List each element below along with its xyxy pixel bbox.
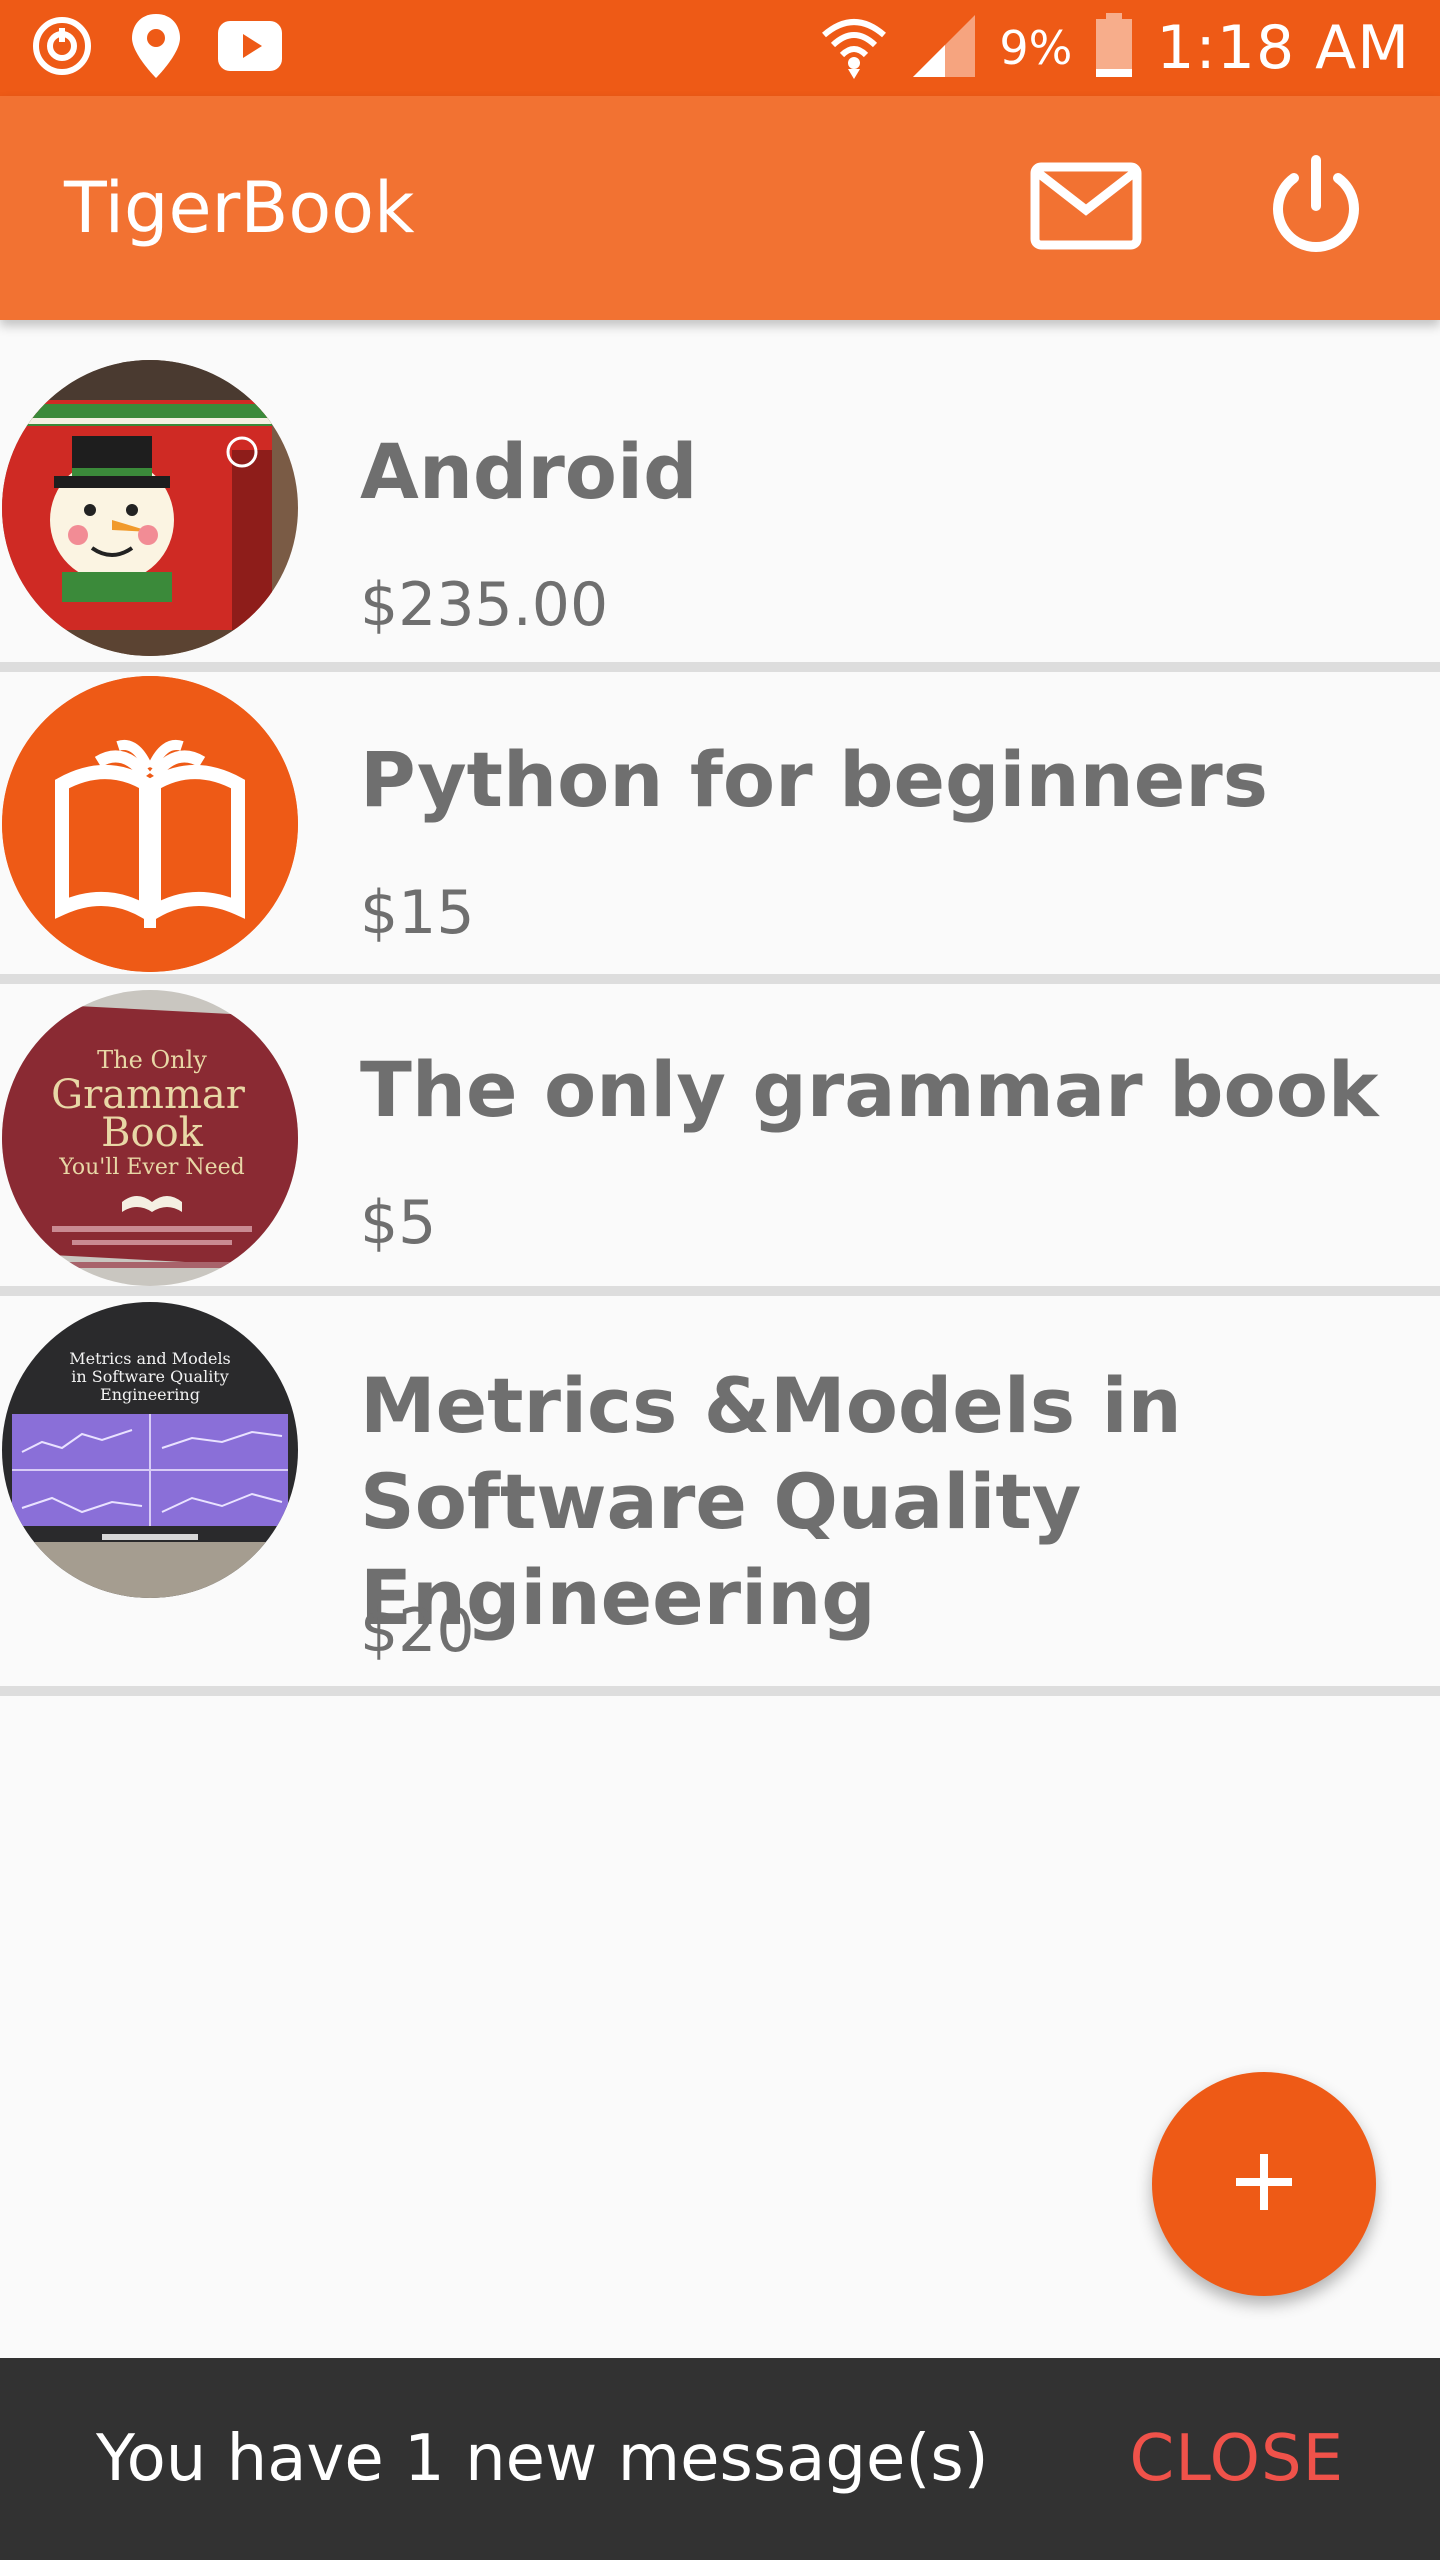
status-right-icons: 9% 1:18 AM: [819, 11, 1410, 85]
grammar-cover-line4: You'll Ever Need: [58, 1155, 245, 1180]
battery-percent: 9%: [999, 21, 1073, 75]
list-item[interactable]: Python for beginners $15: [0, 672, 1440, 984]
signal-icon: [911, 13, 977, 83]
snackbar-message: You have 1 new message(s): [96, 2422, 989, 2496]
youtube-icon: [218, 21, 282, 75]
grammar-cover-line1: The Only: [97, 1046, 207, 1074]
list-item[interactable]: Metrics and Models in Software Quality E…: [0, 1296, 1440, 1696]
list-item[interactable]: The Only Grammar Book You'll Ever Need T…: [0, 984, 1440, 1296]
plus-icon: [1232, 2150, 1296, 2218]
add-book-button[interactable]: [1152, 2072, 1376, 2296]
book-price: $15: [360, 878, 475, 948]
grammar-cover-line3: Book: [101, 1110, 204, 1156]
book-title: Python for beginners: [360, 735, 1268, 824]
book-title: The only grammar book: [360, 1045, 1379, 1134]
app-bar: TigerBook: [0, 96, 1440, 320]
power-button[interactable]: [1256, 148, 1376, 268]
metrics-cover-line2: in Software Quality: [71, 1367, 229, 1386]
snowman-mug-image: [2, 360, 298, 656]
app-title: TigerBook: [64, 167, 415, 249]
snackbar: You have 1 new message(s) CLOSE: [0, 2358, 1440, 2560]
status-left-icons: [30, 12, 282, 84]
app-bar-actions: [1026, 148, 1376, 268]
battery-icon: [1094, 13, 1134, 83]
status-bar: 9% 1:18 AM: [0, 0, 1440, 96]
book-price: $5: [360, 1188, 437, 1258]
sync-icon: [30, 14, 94, 82]
book-price: $235.00: [360, 570, 609, 640]
book-price: $20: [360, 1596, 475, 1666]
wifi-icon: [819, 11, 889, 85]
mail-button[interactable]: [1026, 148, 1146, 268]
mail-icon: [1030, 162, 1142, 254]
list-item[interactable]: Android $235.00: [0, 320, 1440, 672]
grammar-book-cover-image: The Only Grammar Book You'll Ever Need: [2, 990, 298, 1286]
location-pin-icon: [128, 12, 184, 84]
book-title: Android: [360, 427, 698, 516]
metrics-cover-line1: Metrics and Models: [69, 1349, 231, 1368]
metrics-book-cover-image: Metrics and Models in Software Quality E…: [2, 1302, 298, 1598]
book-title: Metrics &Models in Software Quality Engi…: [360, 1361, 1182, 1642]
open-book-icon: [2, 676, 298, 972]
book-list: Android $235.00 Python for beginners $15: [0, 320, 1440, 1696]
power-icon: [1264, 154, 1368, 262]
snackbar-close-button[interactable]: CLOSE: [1130, 2422, 1345, 2496]
status-time: 1:18 AM: [1156, 13, 1410, 83]
metrics-cover-line3: Engineering: [100, 1385, 200, 1404]
